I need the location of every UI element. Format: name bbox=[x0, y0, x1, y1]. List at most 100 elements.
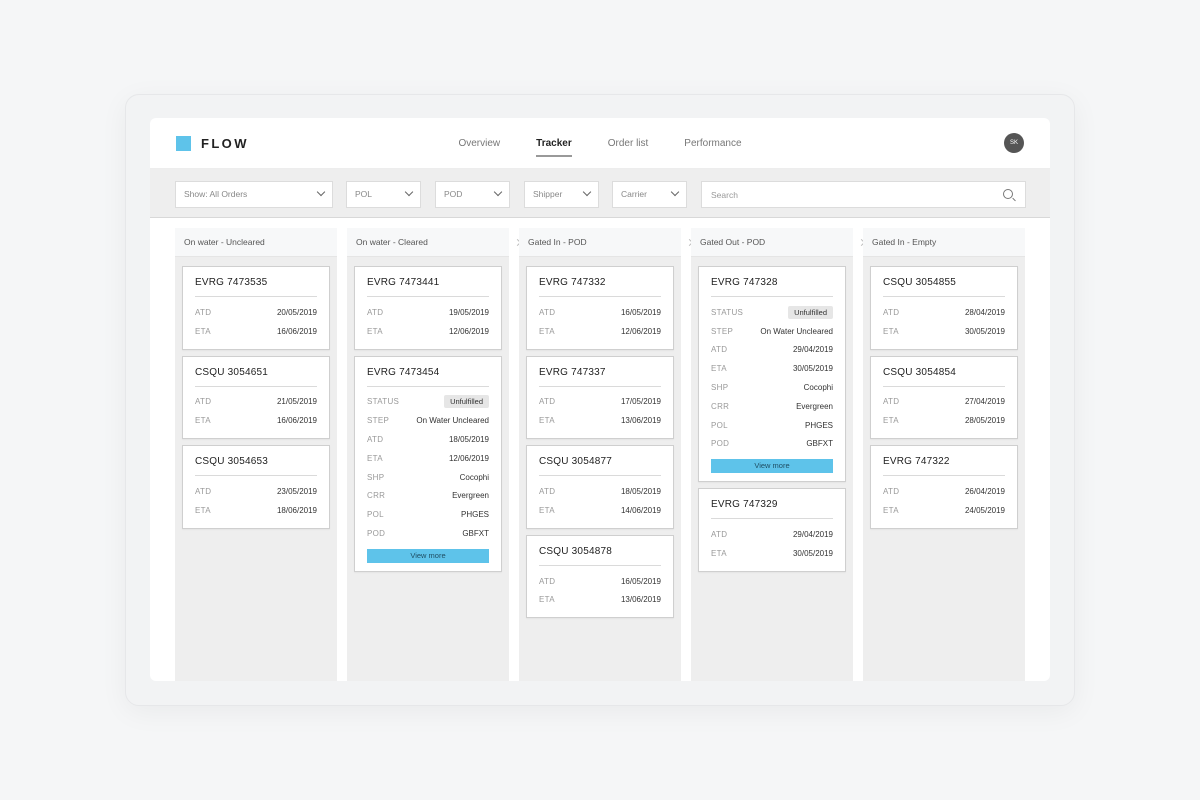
field-value: 30/05/2019 bbox=[792, 364, 833, 374]
shipment-card[interactable]: CSQU 3054855 ATD 28/04/2019 ETA 30/05/2019 bbox=[870, 266, 1018, 350]
field-value: 12/06/2019 bbox=[620, 326, 661, 336]
field-value: Evergreen bbox=[796, 401, 833, 411]
field-label: ATD bbox=[367, 435, 384, 445]
shipment-card[interactable]: EVRG 7473454 STATUS Unfulfilled STEP On Wate… bbox=[354, 355, 502, 572]
user-avatar[interactable]: SK bbox=[1004, 133, 1024, 153]
status-row: STATUS Unfulfilled bbox=[711, 303, 833, 322]
field-label: ATD bbox=[883, 487, 900, 497]
shipment-card[interactable]: CSQU 3054653 ATD 23/05/2019 ETA 18/06/2019 bbox=[182, 445, 330, 529]
field-value: 28/05/2019 bbox=[964, 416, 1005, 426]
column-title: On water - Uncleared bbox=[175, 228, 337, 257]
field-value: Cocophi bbox=[803, 383, 833, 393]
shipper-select[interactable]: Shipper bbox=[524, 181, 599, 208]
show-orders-select[interactable]: Show: All Orders bbox=[175, 181, 333, 208]
container-id: EVRG 7473535 bbox=[195, 277, 317, 297]
field-label: ATD bbox=[539, 576, 556, 586]
field-value: GBFXT bbox=[806, 439, 833, 449]
card-field-row: ATD 21/05/2019 bbox=[195, 393, 317, 412]
card-field-row: ETA 13/06/2019 bbox=[539, 411, 661, 430]
field-label: CRR bbox=[711, 401, 730, 411]
field-label: ATD bbox=[367, 307, 384, 317]
shipment-card[interactable]: EVRG 747322 ATD 26/04/2019 ETA 24/05/2019 bbox=[870, 445, 1018, 529]
container-id: EVRG 747329 bbox=[711, 499, 833, 520]
field-label: ETA bbox=[883, 326, 899, 336]
card-field-row: ETA 30/05/2019 bbox=[711, 359, 833, 378]
carrier-select[interactable]: Carrier bbox=[612, 181, 687, 208]
view-more-button[interactable]: View more bbox=[367, 548, 489, 563]
shipment-card[interactable]: CSQU 3054878 ATD 16/05/2019 ETA 13/06/2019 bbox=[526, 534, 674, 619]
chevron-down-icon bbox=[316, 187, 326, 197]
app-window: FLOW Overview Tracker Order list Perform… bbox=[150, 118, 1050, 681]
field-value: 23/05/2019 bbox=[276, 487, 317, 497]
field-label: ETA bbox=[195, 416, 211, 426]
field-label: ETA bbox=[367, 326, 383, 336]
shipment-card[interactable]: EVRG 7473441 ATD 19/05/2019 ETA 12/06/2019 bbox=[354, 266, 502, 350]
field-value: 27/04/2019 bbox=[964, 397, 1005, 407]
field-label: ETA bbox=[195, 326, 211, 336]
field-label: ETA bbox=[367, 453, 383, 463]
pod-select[interactable]: POD bbox=[435, 181, 510, 208]
nav-overview[interactable]: Overview bbox=[440, 118, 518, 169]
nav-order-list[interactable]: Order list bbox=[590, 118, 667, 169]
top-navigation-bar: FLOW Overview Tracker Order list Perform… bbox=[150, 118, 1050, 169]
shipment-card[interactable]: EVRG 747329 ATD 29/04/2019 ETA 30/05/2019 bbox=[698, 488, 846, 572]
field-value: 20/05/2019 bbox=[276, 307, 317, 317]
shipment-card[interactable]: CSQU 3054651 ATD 21/05/2019 ETA 16/06/2019 bbox=[182, 355, 330, 440]
board-column: Gated Out - POD EVRG 747328 STATUS Unfulfil… bbox=[691, 228, 866, 681]
field-label: SHP bbox=[367, 472, 385, 482]
field-label: ATD bbox=[883, 307, 900, 317]
view-more-button[interactable]: View more bbox=[711, 459, 833, 474]
field-value: 12/06/2019 bbox=[448, 453, 489, 463]
filter-bar: Show: All Orders POL POD Shipper Carrier bbox=[150, 169, 1050, 218]
container-id: EVRG 747337 bbox=[539, 367, 661, 387]
field-label: POL bbox=[367, 510, 384, 520]
shipment-card[interactable]: EVRG 747337 ATD 17/05/2019 ETA 13/06/2019 bbox=[526, 355, 674, 440]
shipment-card[interactable]: CSQU 3054877 ATD 18/05/2019 ETA 14/06/2019 bbox=[526, 445, 674, 529]
field-label: ATD bbox=[195, 397, 212, 407]
field-value: 21/05/2019 bbox=[276, 397, 317, 407]
card-field-row: POD GBFXT bbox=[711, 435, 833, 454]
shipment-card[interactable]: EVRG 7473535 ATD 20/05/2019 ETA 16/06/2019 bbox=[182, 266, 330, 350]
card-field-row: ATD 23/05/2019 bbox=[195, 482, 317, 501]
field-label: ETA bbox=[711, 549, 727, 559]
field-value: 28/04/2019 bbox=[964, 307, 1005, 317]
field-label: ETA bbox=[883, 416, 899, 426]
field-label: STEP bbox=[711, 326, 734, 336]
chevron-down-icon bbox=[404, 187, 414, 197]
status-badge: Unfulfilled bbox=[788, 305, 833, 319]
card-field-row: ATD 27/04/2019 bbox=[883, 393, 1005, 412]
field-value: 13/06/2019 bbox=[620, 416, 661, 426]
card-list: EVRG 747332 ATD 16/05/2019 ETA 12/06/2019 EVR… bbox=[519, 257, 681, 619]
field-value: 18/05/2019 bbox=[448, 435, 489, 445]
column-title: Gated In - Empty bbox=[863, 228, 1025, 257]
tracker-board: On water - Uncleared EVRG 7473535 ATD 20/05… bbox=[175, 228, 1025, 681]
field-label: ATD bbox=[539, 307, 556, 317]
field-label: SHP bbox=[711, 383, 729, 393]
card-field-row: POD GBFXT bbox=[367, 524, 489, 543]
carrier-value: Carrier bbox=[621, 189, 647, 199]
field-label: POL bbox=[711, 420, 728, 430]
field-label: STEP bbox=[367, 416, 390, 426]
field-label: ATD bbox=[195, 487, 212, 497]
card-field-row: ATD 20/05/2019 bbox=[195, 303, 317, 322]
card-field-row: ATD 28/04/2019 bbox=[883, 303, 1005, 322]
field-value: 13/06/2019 bbox=[620, 595, 661, 605]
show-orders-value: Show: All Orders bbox=[184, 189, 248, 199]
nav-tracker[interactable]: Tracker bbox=[518, 118, 590, 169]
field-label: POD bbox=[367, 529, 386, 539]
nav-performance[interactable]: Performance bbox=[666, 118, 759, 169]
field-label: ETA bbox=[539, 326, 555, 336]
shipment-card[interactable]: EVRG 747332 ATD 16/05/2019 ETA 12/06/2019 bbox=[526, 266, 674, 350]
shipment-card[interactable]: CSQU 3054854 ATD 27/04/2019 ETA 28/05/2019 bbox=[870, 355, 1018, 440]
field-label: ATD bbox=[539, 487, 556, 497]
field-value: 19/05/2019 bbox=[448, 307, 489, 317]
card-list: EVRG 7473441 ATD 19/05/2019 ETA 12/06/2019 EV… bbox=[347, 257, 509, 572]
search-box bbox=[701, 181, 1026, 208]
pol-select[interactable]: POL bbox=[346, 181, 421, 208]
search-input[interactable] bbox=[702, 182, 992, 207]
card-field-row: ATD 16/05/2019 bbox=[539, 572, 661, 591]
search-icon[interactable] bbox=[1003, 189, 1013, 199]
shipment-card[interactable]: EVRG 747328 STATUS Unfulfilled STEP On Water… bbox=[698, 266, 846, 483]
card-field-row: ETA 13/06/2019 bbox=[539, 591, 661, 610]
field-value: PHGES bbox=[804, 420, 833, 430]
